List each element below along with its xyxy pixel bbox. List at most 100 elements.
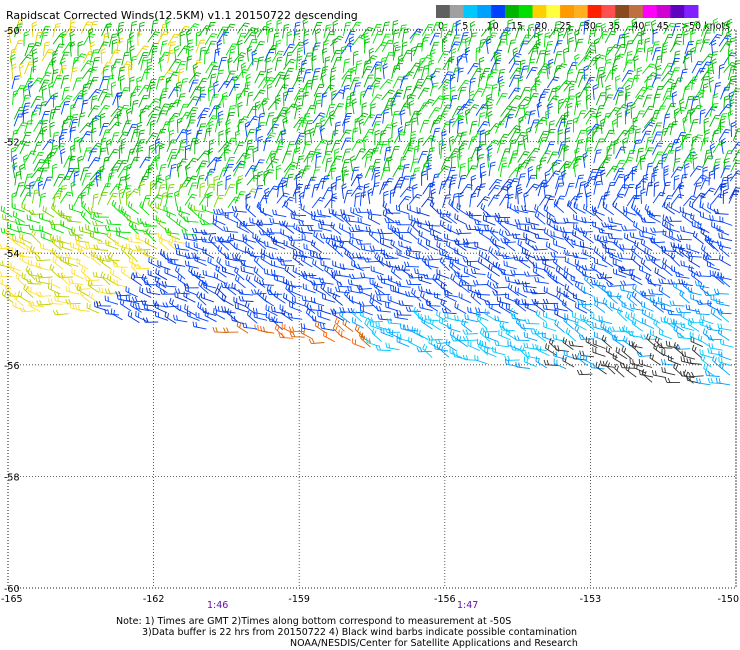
wind-barb: [652, 93, 661, 108]
wind-barb: [607, 223, 622, 232]
wind-barb: [173, 314, 188, 323]
wind-barb: [718, 63, 725, 79]
wind-barb: [568, 36, 574, 53]
wind-barb: [618, 266, 632, 277]
wind-barb: [148, 157, 160, 170]
wind-barb: [457, 79, 471, 92]
wind-barb: [200, 292, 215, 303]
wind-barb: [487, 194, 500, 207]
wind-barb: [429, 32, 441, 46]
wind-barb: [276, 192, 290, 204]
wind-barb: [237, 22, 250, 34]
wind-barb: [246, 45, 253, 62]
wind-barb: [694, 308, 710, 316]
wind-barb: [669, 300, 685, 307]
wind-barb: [352, 50, 359, 66]
wind-barb: [367, 188, 373, 204]
wind-barb: [592, 207, 603, 222]
wind-barb: [257, 195, 270, 208]
wind-barb: [110, 132, 120, 146]
wind-barb: [504, 355, 520, 361]
wind-barb: [59, 184, 68, 200]
wind-barb: [664, 377, 681, 384]
wind-barb: [203, 127, 212, 142]
wind-barb: [238, 295, 254, 302]
wind-barb: [158, 236, 169, 251]
wind-barb: [390, 145, 400, 160]
wind-barb: [604, 69, 616, 82]
wind-barb: [310, 239, 323, 253]
wind-barb: [27, 269, 42, 278]
wind-barb: [651, 74, 662, 88]
wind-barb: [109, 268, 122, 281]
wind-barb: [411, 167, 421, 182]
wind-barb: [129, 76, 135, 92]
wind-barb: [324, 196, 338, 209]
wind-barb: [440, 143, 447, 159]
wind-barb: [612, 200, 624, 215]
wind-barb: [712, 18, 719, 34]
wind-barb: [104, 295, 119, 305]
wind-barb: [608, 216, 623, 226]
wind-barb: [283, 44, 295, 57]
wind-barb: [480, 25, 495, 37]
wind-barb: [187, 202, 198, 217]
wind-barb: [321, 175, 330, 190]
wind-barb: [111, 199, 122, 214]
wind-barb: [633, 220, 645, 234]
wind-barb: [196, 162, 206, 177]
wind-barb: [11, 202, 25, 213]
wind-barb: [401, 28, 410, 43]
wind-barb: [593, 180, 602, 195]
wind-barb: [562, 25, 574, 39]
wind-barb: [728, 75, 736, 90]
wind-barb: [178, 103, 189, 117]
wind-barb: [57, 272, 74, 278]
wind-barb: [521, 281, 537, 289]
wind-barb: [582, 248, 596, 260]
wind-barb: [51, 131, 60, 147]
wind-barb: [519, 323, 535, 330]
wind-barb: [427, 254, 443, 261]
wind-barb: [704, 129, 710, 145]
wind-barb: [304, 105, 316, 118]
wind-barb: [187, 182, 198, 196]
wind-barb: [218, 56, 228, 71]
wind-barb: [237, 101, 243, 118]
wind-barb: [410, 117, 418, 133]
wind-barb: [183, 216, 199, 223]
wind-barb: [642, 105, 655, 118]
wind-barb: [98, 147, 107, 162]
wind-barb: [27, 81, 34, 98]
wind-barb: [417, 102, 430, 115]
wind-barb: [422, 183, 435, 195]
wind-barb: [699, 39, 710, 53]
wind-barb: [669, 57, 680, 71]
wind-barb: [690, 29, 696, 45]
wind-barb: [546, 76, 560, 89]
wind-barb: [436, 269, 450, 279]
lon-tick-label: -162: [143, 594, 165, 605]
wind-barb: [109, 183, 123, 195]
wind-barb: [32, 141, 43, 156]
wind-barb: [575, 129, 587, 143]
wind-barb: [39, 72, 52, 84]
wind-barb: [100, 62, 112, 75]
wind-barb: [134, 263, 150, 269]
wind-barb: [732, 128, 740, 142]
wind-barb: [679, 206, 693, 217]
wind-barb: [652, 122, 663, 136]
wind-barb: [332, 243, 344, 258]
wind-barb: [88, 157, 101, 169]
wind-barb: [147, 163, 154, 179]
wind-barb: [607, 290, 618, 305]
wind-barb: [514, 131, 527, 144]
wind-barb: [651, 47, 662, 61]
wind-barb: [12, 40, 24, 53]
wind-barb: [507, 340, 521, 351]
wind-barb: [266, 284, 278, 299]
note-line-1: Note: 1) Times are GMT 2)Times along bot…: [116, 616, 512, 627]
wind-barb: [534, 204, 546, 218]
wind-barb: [710, 294, 724, 304]
wind-barb: [454, 213, 467, 225]
